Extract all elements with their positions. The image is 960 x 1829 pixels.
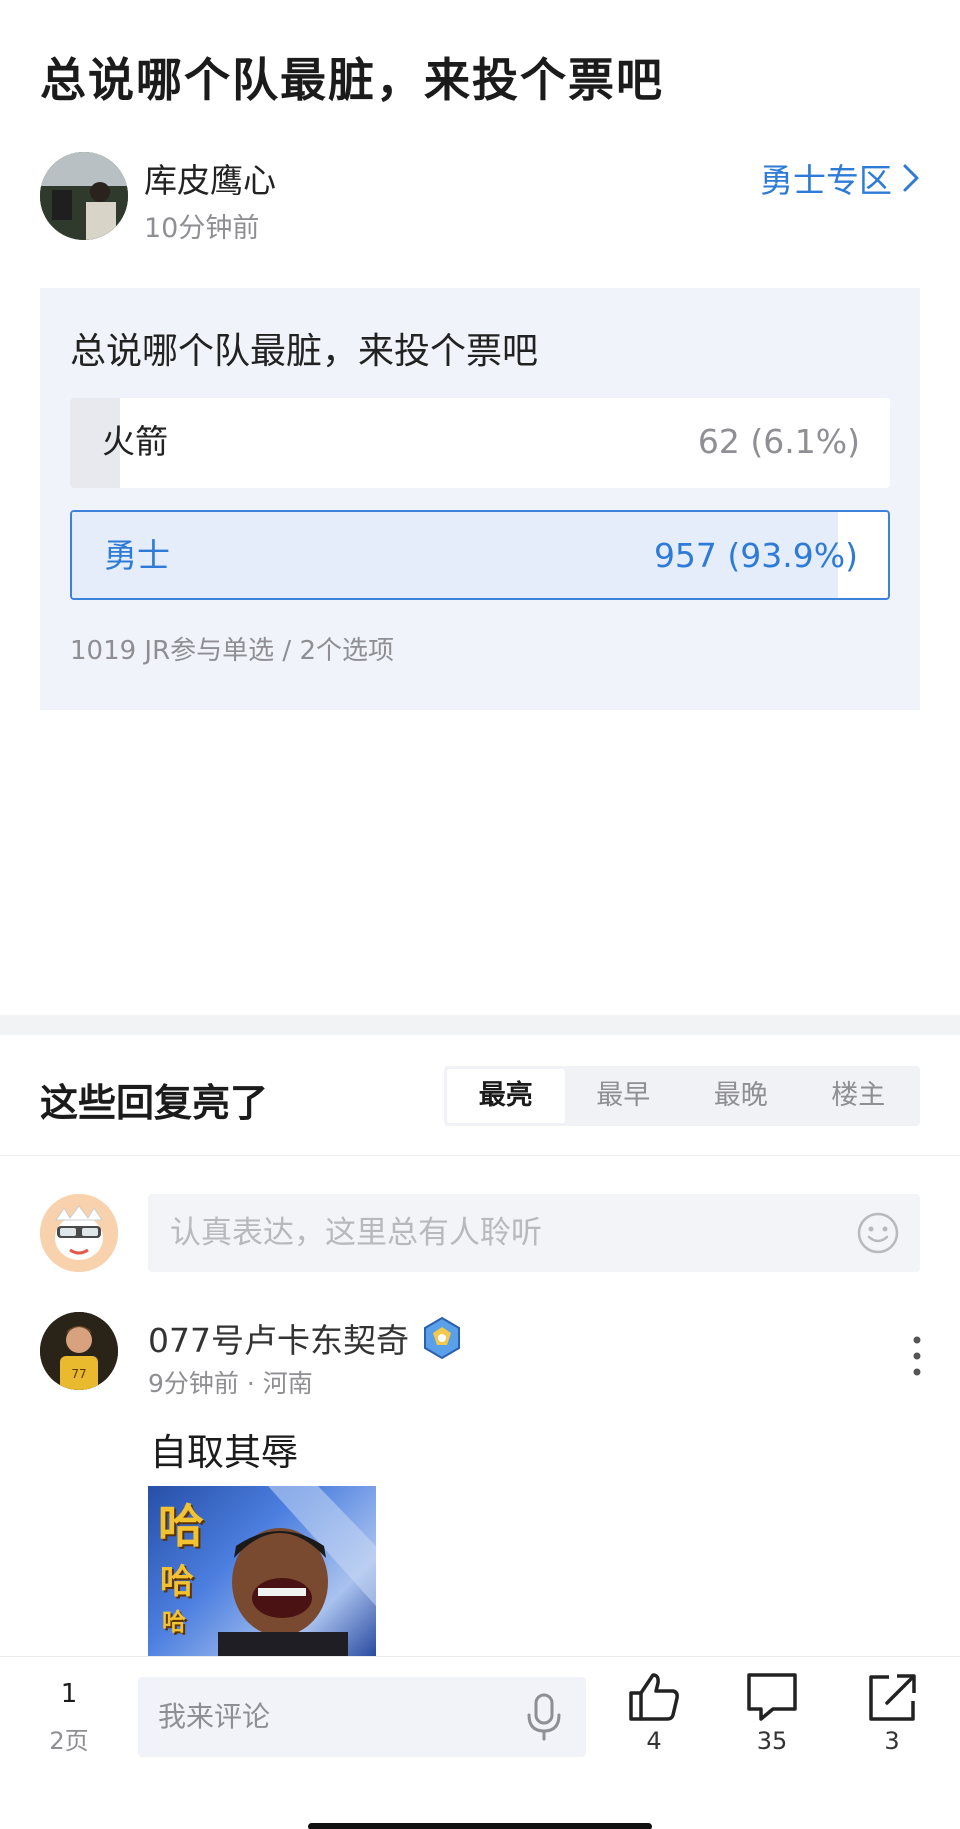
replies-section-title: 这些回复亮了 (40, 1081, 269, 1125)
share-action[interactable]: 3 (852, 1671, 932, 1755)
author-avatar[interactable] (40, 152, 128, 240)
reply-image[interactable]: 哈 哈 哈 (148, 1486, 376, 1656)
bottom-comment-placeholder: 我来评论 (158, 1700, 271, 1733)
badge-icon (424, 1316, 460, 1360)
poll-option-result: 62 (6.1%) (697, 422, 860, 461)
svg-text:77: 77 (71, 1367, 86, 1381)
like-action[interactable]: 4 (614, 1671, 694, 1755)
more-icon[interactable] (912, 1334, 922, 1378)
reply-username[interactable]: 077号卢卡东契奇 (148, 1314, 409, 1362)
home-indicator (308, 1823, 652, 1829)
page-current[interactable]: 1 (44, 1679, 94, 1709)
bottom-comment-input[interactable]: 我来评论 (138, 1677, 586, 1757)
zone-link-label: 勇士专区 (760, 161, 892, 200)
post-time: 10分钟前 (144, 213, 260, 244)
share-icon (869, 1674, 916, 1721)
page-total[interactable]: 2页 (44, 1721, 94, 1756)
bottom-bar: 1 2页 我来评论 4 35 3 (0, 1656, 960, 1829)
tab-op[interactable]: 楼主 (800, 1069, 918, 1123)
poll-card: 总说哪个队最脏，来投个票吧 火箭 62 (6.1%) 勇士 957 (93.9%… (40, 288, 920, 710)
like-count: 4 (646, 1727, 662, 1755)
poll-option-result: 957 (93.9%) (653, 536, 858, 575)
sort-tabs: 最亮 最早 最晚 楼主 (444, 1066, 920, 1126)
chevron-right-icon (903, 164, 919, 192)
poll-option-label: 火箭 (102, 422, 168, 461)
emoji-icon[interactable] (856, 1211, 900, 1255)
author-row: 库皮鹰心 10分钟前 勇士专区 (40, 152, 920, 244)
divider-line (0, 1155, 960, 1156)
comment-input[interactable]: 认真表达，这里总有人聆听 (148, 1194, 920, 1272)
image-caption: 哈 (160, 1562, 194, 1602)
poll-option-rockets[interactable]: 火箭 62 (6.1%) (70, 398, 890, 488)
comment-action[interactable]: 35 (732, 1671, 812, 1755)
zone-link[interactable]: 勇士专区 (760, 154, 920, 202)
tab-brightest[interactable]: 最亮 (447, 1069, 565, 1123)
reply-text: 自取其辱 (150, 1431, 298, 1474)
reply-meta: 9分钟前 · 河南 (148, 1369, 313, 1398)
my-avatar (40, 1194, 118, 1272)
post-title: 总说哪个队最脏，来投个票吧 (40, 53, 664, 107)
mic-icon[interactable] (524, 1693, 564, 1741)
author-name[interactable]: 库皮鹰心 (144, 154, 276, 202)
comment-icon (747, 1673, 797, 1721)
image-caption: 哈 (158, 1499, 204, 1553)
tab-earliest[interactable]: 最早 (565, 1069, 683, 1123)
share-count: 3 (884, 1727, 900, 1755)
tab-latest[interactable]: 最晚 (682, 1069, 800, 1123)
reply-avatar[interactable]: 77 (40, 1312, 118, 1390)
poll-meta: 1019 JR参与单选 / 2个选项 (70, 636, 394, 666)
reply-user: 077号卢卡东契奇 (148, 1314, 465, 1362)
comment-count: 35 (756, 1727, 788, 1755)
comment-input-placeholder: 认真表达，这里总有人聆听 (170, 1215, 542, 1251)
poll-option-warriors[interactable]: 勇士 957 (93.9%) (70, 510, 890, 600)
section-divider (0, 1015, 960, 1035)
poll-question: 总说哪个队最脏，来投个票吧 (70, 331, 539, 372)
thumbs-up-icon (629, 1673, 679, 1721)
poll-option-label: 勇士 (104, 536, 170, 575)
image-caption: 哈 (162, 1608, 186, 1636)
